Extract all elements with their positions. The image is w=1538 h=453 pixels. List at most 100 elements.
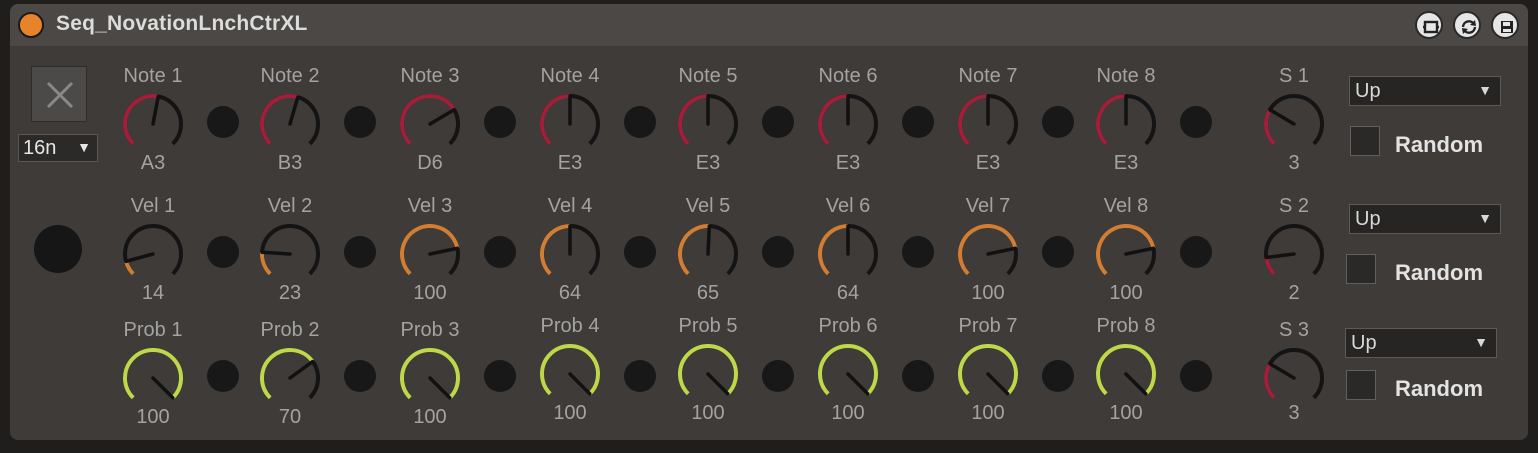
view-button[interactable] (1415, 11, 1443, 39)
vel-4-knob[interactable] (537, 221, 603, 287)
vel-6-step-button[interactable] (902, 236, 934, 268)
note-4-step-button[interactable] (624, 106, 656, 138)
vel-6-knob[interactable] (815, 221, 881, 287)
prob-8-step-button[interactable] (1180, 360, 1212, 392)
step-2-random-checkbox[interactable] (1346, 254, 1376, 284)
prob-7-knob[interactable] (955, 341, 1021, 407)
prob-1-step-button[interactable] (207, 360, 239, 392)
vel-5-step-button[interactable] (762, 236, 794, 268)
knob-needle (288, 95, 300, 126)
prob-4-step-button[interactable] (624, 360, 656, 392)
vel-8-step-button[interactable] (1180, 236, 1212, 268)
prob-2-knob[interactable] (257, 345, 323, 411)
note-2-knob[interactable] (257, 91, 323, 157)
note-1-step-button[interactable] (207, 106, 239, 138)
vel-2-knob[interactable] (257, 221, 323, 287)
rate-dropdown[interactable]: 16n ▼ (18, 134, 98, 162)
prob-7-step-button[interactable] (1042, 360, 1074, 392)
prob-6-label: Prob 6 (818, 315, 878, 337)
knob-track (1264, 94, 1324, 146)
knob-needle (428, 108, 456, 126)
clear-button[interactable] (31, 66, 87, 122)
step-2-direction-dropdown[interactable]: Up ▼ (1349, 204, 1501, 234)
note-7-knob[interactable] (955, 91, 1021, 157)
vel-3-step-button[interactable] (484, 236, 516, 268)
vel-1-knob[interactable] (120, 221, 186, 287)
vel-5-label: Vel 5 (685, 195, 731, 217)
step-1-random-checkbox[interactable] (1350, 126, 1380, 156)
note-8-step-button[interactable] (1180, 106, 1212, 138)
vel-7-knob[interactable] (955, 221, 1021, 287)
device-power-button[interactable] (18, 12, 44, 38)
step-1-knob-dial (1264, 94, 1324, 146)
vel-3-label: Vel 3 (407, 195, 453, 217)
save-button[interactable] (1491, 11, 1519, 39)
vel-6-label: Vel 6 (825, 195, 871, 217)
knob-value-arc (260, 348, 315, 400)
prob-4-knob[interactable] (537, 341, 603, 407)
knob-value-arc (958, 344, 1018, 396)
vel-4-label: Vel 4 (547, 195, 593, 217)
view-icon (1423, 20, 1439, 34)
prob-7-value: 100 (971, 402, 1005, 424)
prob-1-knob[interactable] (120, 345, 186, 411)
vel-4-step-button[interactable] (624, 236, 656, 268)
prob-8-knob[interactable] (1093, 341, 1159, 407)
step-1-knob[interactable] (1261, 91, 1327, 157)
chevron-down-icon: ▼ (1478, 82, 1492, 98)
prob-3-knob[interactable] (397, 345, 463, 411)
prob-7-knob-dial (958, 344, 1018, 396)
prob-6-step-button[interactable] (902, 360, 934, 392)
note-6-knob[interactable] (815, 91, 881, 157)
vel-2-step-button[interactable] (344, 236, 376, 268)
note-6-value: E3 (835, 152, 861, 174)
step-2-direction-value: Up (1355, 208, 1381, 230)
note-6-knob-dial (818, 94, 878, 146)
note-5-value: E3 (695, 152, 721, 174)
step-3-direction-dropdown[interactable]: Up ▼ (1345, 328, 1497, 358)
note-5-step-button[interactable] (762, 106, 794, 138)
step-3-random-checkbox[interactable] (1346, 370, 1376, 400)
vel-3-value: 100 (413, 282, 447, 304)
knob-value-arc (540, 224, 571, 276)
step-2-knob[interactable] (1261, 221, 1327, 287)
prob-6-knob-dial (818, 344, 878, 396)
vel-7-step-button[interactable] (1042, 236, 1074, 268)
note-8-knob[interactable] (1093, 91, 1159, 157)
note-3-step-button[interactable] (484, 106, 516, 138)
vel-1-step-button[interactable] (207, 236, 239, 268)
note-4-knob[interactable] (537, 91, 603, 157)
prob-5-knob[interactable] (675, 341, 741, 407)
refresh-button[interactable] (1453, 11, 1481, 39)
note-2-step-button[interactable] (344, 106, 376, 138)
run-indicator[interactable] (34, 225, 82, 273)
knob-needle (1268, 362, 1296, 380)
knob-value-arc (678, 94, 709, 146)
vel-3-knob[interactable] (397, 221, 463, 287)
prob-2-step-button[interactable] (344, 360, 376, 392)
note-5-knob[interactable] (675, 91, 741, 157)
knob-value-arc (678, 224, 710, 276)
knob-value-arc (818, 94, 849, 146)
note-4-knob-dial (540, 94, 600, 146)
knob-track (1264, 224, 1324, 276)
vel-8-knob[interactable] (1093, 221, 1159, 287)
vel-5-knob[interactable] (675, 221, 741, 287)
prob-5-label: Prob 5 (678, 315, 738, 337)
prob-6-knob[interactable] (815, 341, 881, 407)
chevron-down-icon: ▼ (1478, 210, 1492, 226)
knob-needle (846, 372, 870, 396)
note-7-label: Note 7 (958, 65, 1018, 87)
step-1-direction-dropdown[interactable]: Up ▼ (1349, 76, 1501, 106)
note-7-step-button[interactable] (1042, 106, 1074, 138)
step-2-value: 2 (1288, 282, 1300, 304)
knob-value-arc (678, 344, 738, 396)
note-1-knob[interactable] (120, 91, 186, 157)
knob-value-arc (958, 94, 989, 146)
note-3-knob[interactable] (397, 91, 463, 157)
prob-5-step-button[interactable] (762, 360, 794, 392)
note-6-step-button[interactable] (902, 106, 934, 138)
vel-2-knob-dial (260, 224, 320, 276)
prob-3-step-button[interactable] (484, 360, 516, 392)
rate-value: 16n (23, 137, 57, 159)
